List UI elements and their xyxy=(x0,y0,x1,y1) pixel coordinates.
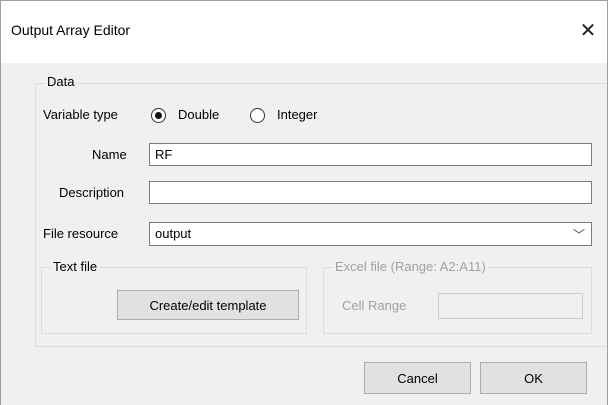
file-resource-select[interactable]: output ﹀ xyxy=(149,222,592,246)
cell-range-label: Cell Range xyxy=(342,298,407,313)
description-label: Description xyxy=(59,185,125,200)
file-resource-label: File resource xyxy=(43,226,119,241)
excel-file-legend: Excel file (Range: A2:A11) xyxy=(333,259,488,274)
close-button[interactable]: ✕ xyxy=(573,15,603,45)
variable-type-label: Variable type xyxy=(43,107,118,122)
radio-integer-label[interactable]: Integer xyxy=(277,107,317,122)
create-edit-template-button[interactable]: Create/edit template xyxy=(117,290,299,320)
output-array-editor-dialog: Output Array Editor ✕ Data Variable type… xyxy=(0,0,608,405)
name-label: Name xyxy=(92,147,127,162)
window-title: Output Array Editor xyxy=(11,22,131,38)
name-input[interactable] xyxy=(149,143,592,166)
radio-integer[interactable] xyxy=(250,108,265,123)
radio-double[interactable] xyxy=(151,108,166,123)
data-group-legend: Data xyxy=(45,74,77,89)
radio-double-label[interactable]: Double xyxy=(178,107,219,122)
cell-range-input[interactable] xyxy=(438,293,583,319)
text-file-legend: Text file xyxy=(51,259,100,274)
description-input[interactable] xyxy=(149,181,592,204)
title-bar: Output Array Editor ✕ xyxy=(1,1,607,63)
close-icon: ✕ xyxy=(579,19,597,42)
ok-button[interactable]: OK xyxy=(480,362,587,394)
chevron-down-icon: ﹀ xyxy=(572,228,585,242)
file-resource-value: output xyxy=(155,226,192,241)
cancel-button[interactable]: Cancel xyxy=(364,362,471,394)
